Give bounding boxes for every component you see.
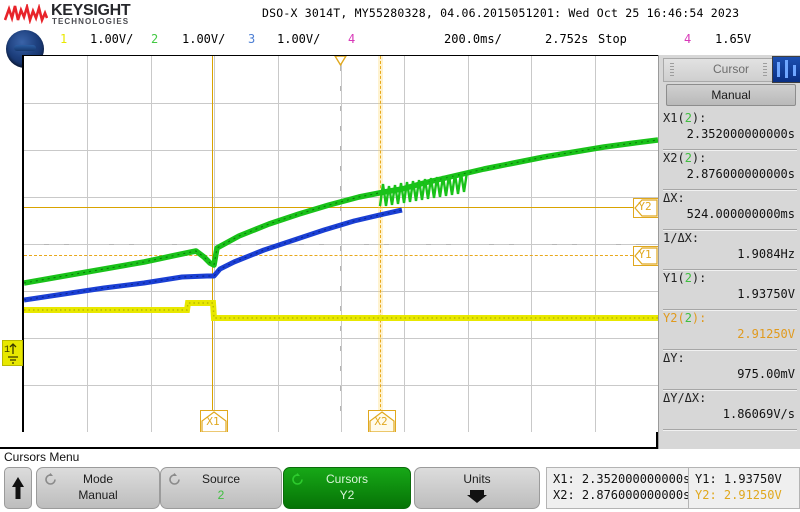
row-key-text: Y1: [663, 271, 678, 285]
cursor-x2-label: X2: [374, 415, 388, 428]
cursor-x2-flag[interactable]: X2: [368, 410, 396, 432]
sidebar-row-value: 2.91250V: [737, 327, 795, 341]
softkey-mode-value: Manual: [78, 488, 118, 502]
cursor-x1-label: X1: [206, 415, 220, 428]
cursor-mode-button[interactable]: Manual: [666, 84, 796, 106]
sidebar-row-value: 1.86069V/s: [722, 407, 795, 421]
cursor-x1-flag[interactable]: X1: [200, 410, 228, 432]
softkey-cursors-value: Y2: [339, 488, 355, 502]
softkey-source-label: Source: [201, 472, 241, 486]
channel-1-scale[interactable]: 1.00V/: [90, 32, 133, 46]
arrow-down-icon: [467, 490, 487, 503]
cursor-y1-flag[interactable]: Y1: [633, 246, 658, 266]
sidebar-row-key: 1/ΔX:: [663, 231, 700, 245]
settings-bar: 1 1.00V/ 2 1.00V/ 3 1.00V/ 4 200.0ms/ 2.…: [0, 26, 800, 73]
readout-y2: Y2: 2.91250V: [695, 488, 782, 502]
trigger-source[interactable]: 4: [684, 32, 691, 46]
row-channel-text: 2: [684, 271, 692, 285]
menu-up-button[interactable]: [4, 467, 32, 509]
channel-2-scale[interactable]: 1.00V/: [182, 32, 225, 46]
row-key-text: ΔY/ΔX: [663, 391, 700, 405]
softkey-cursors[interactable]: Cursors Y2: [283, 467, 411, 509]
sidebar-row-key: X1(2):: [663, 111, 707, 125]
row-key-text: 1/ΔX: [663, 231, 692, 245]
run-state[interactable]: Stop: [598, 32, 627, 46]
waveform-traces: [24, 137, 658, 321]
channel-1-ground-marker[interactable]: 1: [2, 340, 23, 366]
keysight-logo: KEYSIGHT TECHNOLOGIES: [4, 2, 144, 26]
timebase-scale[interactable]: 200.0ms/: [444, 32, 502, 46]
row-key-text: ΔY: [663, 351, 678, 365]
row-key-text: Y2: [663, 311, 678, 325]
keysight-waveform-logo-icon: [4, 4, 48, 24]
logo-subwordmark: TECHNOLOGIES: [52, 17, 130, 26]
sidebar-row-key: Y1(2):: [663, 271, 707, 285]
softkey-source[interactable]: Source 2: [160, 467, 282, 509]
channel-2-number[interactable]: 2: [151, 32, 158, 46]
sidebar-row-value: 1.9084Hz: [737, 247, 795, 261]
sidebar-row-key: Y2(2):: [663, 311, 707, 325]
waveform-plot-area[interactable]: X1 X2 Y2 Y1: [22, 56, 658, 432]
cursor-panel-icon[interactable]: [772, 56, 800, 83]
channel-3-number[interactable]: 3: [248, 32, 255, 46]
sidebar-row-key: ΔY/ΔX:: [663, 391, 707, 405]
trace-channel-1: [24, 300, 658, 321]
row-key-text: X1: [663, 111, 678, 125]
cursor-y2-label: Y2: [638, 200, 652, 213]
readout-y1: Y1: 1.93750V: [695, 472, 782, 486]
ground-marker-channel-number: 1: [4, 345, 10, 356]
sidebar-row-key: X2(2):: [663, 151, 707, 165]
sidebar-separator: [663, 429, 797, 431]
channel-4-number[interactable]: 4: [348, 32, 355, 46]
cursor-mode-label: Manual: [711, 88, 751, 102]
row-key-text: X2: [663, 151, 678, 165]
cursor-y1-label: Y1: [638, 248, 652, 261]
channel-1-number[interactable]: 1: [60, 32, 67, 46]
menu-title: Cursors Menu: [4, 450, 80, 464]
readout-x2: X2: 2.876000000000s: [553, 488, 691, 502]
row-channel-text: 2: [684, 111, 692, 125]
arrow-up-icon: [12, 477, 24, 499]
trigger-position-icon[interactable]: [334, 56, 347, 66]
header-bar: KEYSIGHT TECHNOLOGIES DSO-X 3014T, MY552…: [0, 0, 800, 26]
sidebar-row-value: 975.00mV: [737, 367, 795, 381]
readout-x-cursors: X1: 2.352000000000s X2: 2.876000000000s: [546, 467, 690, 509]
softkey-source-value: 2: [217, 488, 225, 502]
sidebar-row-value: 2.876000000000s: [686, 167, 795, 181]
channel-3-scale[interactable]: 1.00V/: [277, 32, 320, 46]
cursor-panel-glyph-icon: [777, 60, 796, 78]
bottom-menu: Cursors Menu Mode Manual Source 2 Cursor…: [0, 449, 800, 512]
readout-x1: X1: 2.352000000000s: [553, 472, 691, 486]
row-channel-text: 2: [684, 311, 692, 325]
softkey-mode-label: Mode: [82, 472, 114, 486]
softkey-mode[interactable]: Mode Manual: [36, 467, 160, 509]
sidebar-row-value: 1.93750V: [737, 287, 795, 301]
trace-channel-2: [24, 137, 658, 286]
oscilloscope-screen: KEYSIGHT TECHNOLOGIES DSO-X 3014T, MY552…: [0, 0, 800, 512]
cursor-sidebar: Cursor Manual X1(2): 2.352000000000s X2(…: [658, 55, 800, 449]
trigger-delay[interactable]: 2.752s: [545, 32, 588, 46]
row-key-text: ΔX: [663, 191, 678, 205]
trigger-level[interactable]: 1.65V: [715, 32, 751, 46]
softkey-cursors-label: Cursors: [325, 472, 368, 486]
ground-reference-icon: 1: [4, 343, 18, 364]
softkey-units[interactable]: Units: [414, 467, 540, 509]
softkey-units-label: Units: [463, 472, 491, 486]
instrument-title: DSO-X 3014T, MY55280328, 04.06.201505120…: [262, 6, 740, 20]
cursor-y2-flag[interactable]: Y2: [633, 198, 658, 218]
sidebar-row-value: 524.000000000ms: [686, 207, 795, 221]
sidebar-row-key: ΔX:: [663, 191, 685, 205]
readout-y-cursors: Y1: 1.93750V Y2: 2.91250V: [688, 467, 800, 509]
row-channel-text: 2: [684, 151, 692, 165]
sidebar-row-key: ΔY:: [663, 351, 685, 365]
sidebar-row-value: 2.352000000000s: [686, 127, 795, 141]
